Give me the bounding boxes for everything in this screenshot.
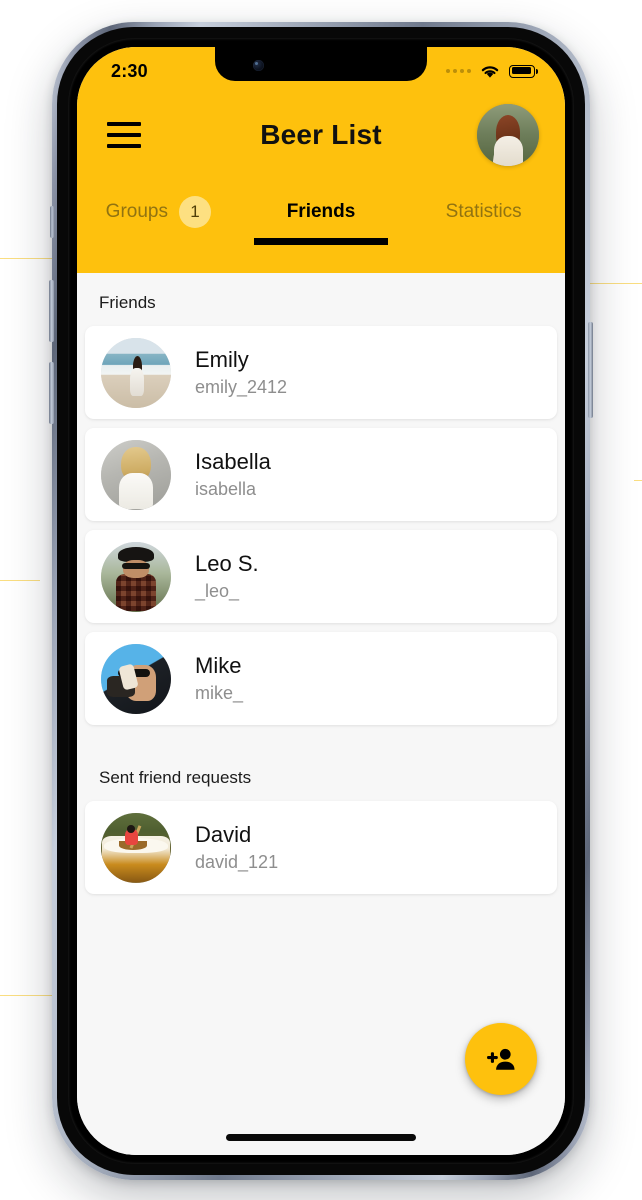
- section-header-sent-friend-requests: Sent friend requests: [99, 768, 252, 787]
- volume-down-button[interactable]: [49, 362, 54, 424]
- camera-glint: [255, 62, 258, 65]
- section-header-friends: Friends: [99, 293, 156, 312]
- cellular-dots-icon: [446, 69, 471, 73]
- tab-groups-badge: 1: [178, 196, 211, 228]
- user-avatar[interactable]: [477, 104, 539, 166]
- friend-name: Leo S.: [195, 551, 259, 576]
- list-item[interactable]: Mike mike_: [85, 632, 557, 725]
- display-notch: [215, 47, 427, 81]
- tab-friends[interactable]: Friends: [240, 179, 403, 245]
- hamburger-menu-icon[interactable]: [107, 122, 141, 148]
- friend-handle: mike_: [195, 683, 244, 703]
- add-friend-button[interactable]: [465, 1023, 537, 1095]
- tab-friends-label: Friends: [286, 201, 356, 222]
- friend-handle: david_121: [195, 852, 279, 872]
- phone-screen: 2:30 Beer List Groups 1 Friends Statisti…: [77, 47, 565, 1155]
- phone-bezel: 2:30 Beer List Groups 1 Friends Statisti…: [68, 38, 574, 1164]
- tab-statistics[interactable]: Statistics: [402, 179, 565, 245]
- battery-full-icon: [509, 64, 538, 78]
- content-area: Friends Emily emily_2412 Isabella isabel…: [77, 273, 565, 1155]
- status-bar-clock: 2:30: [111, 60, 148, 81]
- phone-frame: 2:30 Beer List Groups 1 Friends Statisti…: [49, 22, 593, 1180]
- list-item[interactable]: Leo S. _leo_: [85, 530, 557, 623]
- tab-groups[interactable]: Groups 1: [77, 179, 240, 245]
- status-bar-indicators: [446, 64, 538, 79]
- friend-name: Isabella: [195, 449, 271, 474]
- phone-inner-body: 2:30 Beer List Groups 1 Friends Statisti…: [57, 27, 585, 1175]
- list-item[interactable]: David david_121: [85, 801, 557, 894]
- friend-name: Mike: [195, 653, 242, 678]
- david-avatar: [101, 812, 171, 883]
- friend-handle: emily_2412: [195, 377, 288, 397]
- tab-bar: Groups 1 Friends Statistics: [77, 179, 565, 245]
- emily-avatar: [101, 337, 171, 408]
- person-add-icon: [487, 1048, 515, 1070]
- friend-handle: _leo_: [195, 581, 240, 601]
- power-button[interactable]: [588, 322, 593, 418]
- home-indicator: [226, 1134, 416, 1141]
- wifi-icon: [480, 64, 500, 79]
- mike-avatar: [101, 643, 171, 714]
- list-item[interactable]: Emily emily_2412: [85, 326, 557, 419]
- friend-name: Emily: [195, 347, 249, 372]
- title-row: Beer List: [77, 91, 565, 179]
- volume-up-button[interactable]: [49, 280, 54, 342]
- friend-name: David: [195, 822, 252, 847]
- list-item[interactable]: Isabella isabella: [85, 428, 557, 521]
- silent-switch-button[interactable]: [50, 206, 54, 238]
- tab-statistics-label: Statistics: [445, 201, 522, 222]
- tab-groups-label: Groups: [105, 201, 168, 222]
- leo-avatar: [101, 541, 171, 612]
- friend-handle: isabella: [195, 479, 257, 499]
- isabella-avatar: [101, 439, 171, 510]
